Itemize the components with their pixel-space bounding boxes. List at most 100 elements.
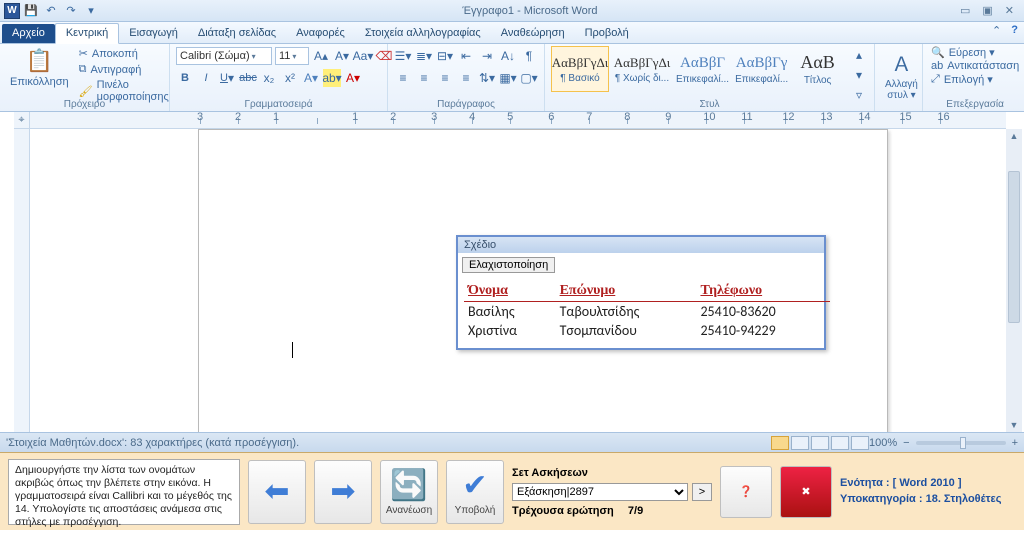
highlight-icon[interactable]: ab▾ bbox=[323, 69, 341, 87]
font-color-icon[interactable]: A▾ bbox=[344, 69, 362, 87]
minimize-button[interactable]: Ελαχιστοποίηση bbox=[462, 257, 555, 273]
help-button[interactable]: ❓ bbox=[720, 466, 772, 518]
zoom-value: 100% bbox=[869, 437, 897, 449]
qat-dropdown-icon[interactable]: ▾ bbox=[82, 2, 100, 20]
copy-icon: ⧉ bbox=[79, 63, 87, 76]
replace-button[interactable]: abΑντικατάσταση bbox=[929, 60, 1021, 72]
group-label-font: Γραμματοσειρά bbox=[170, 99, 387, 110]
show-marks-icon[interactable]: ¶ bbox=[520, 47, 538, 65]
check-icon: ✔ bbox=[462, 468, 487, 503]
style-nospacing[interactable]: ΑαΒβΓγΔι¶ Χωρίς δι... bbox=[613, 46, 671, 92]
refresh-button[interactable]: 🔄Ανανέωση bbox=[380, 460, 438, 524]
redo-icon[interactable]: ↷ bbox=[62, 2, 80, 20]
submit-button[interactable]: ✔Υποβολή bbox=[446, 460, 504, 524]
horizontal-ruler[interactable]: 321 12 345 678 91011 121314 1516 bbox=[30, 112, 1006, 129]
view-outline-icon[interactable] bbox=[831, 436, 849, 450]
scroll-thumb[interactable] bbox=[1008, 171, 1020, 323]
bold-icon[interactable]: B bbox=[176, 69, 194, 87]
borders-icon[interactable]: ▢▾ bbox=[520, 69, 538, 87]
tab-home[interactable]: Κεντρική bbox=[55, 23, 119, 44]
ribbon-collapse-icon[interactable]: ⌃ bbox=[992, 24, 1001, 37]
grow-font-icon[interactable]: A▴ bbox=[312, 47, 330, 65]
arrow-left-icon: ⬅ bbox=[264, 474, 289, 509]
help-icon[interactable]: ? bbox=[1011, 24, 1018, 37]
superscript-icon[interactable]: x² bbox=[281, 69, 299, 87]
ribbon: 📋 Επικόλληση ✂Αποκοπή ⧉Αντιγραφή 🖌Πινέλο… bbox=[0, 44, 1024, 112]
design-panel: Σχέδιο Ελαχιστοποίηση Όνομα Επώνυμο Τηλέ… bbox=[456, 235, 826, 350]
tab-mailings[interactable]: Στοιχεία αλληλογραφίας bbox=[355, 24, 491, 43]
outdent-icon[interactable]: ⇤ bbox=[457, 47, 475, 65]
subscript-icon[interactable]: x₂ bbox=[260, 69, 278, 87]
tab-view[interactable]: Προβολή bbox=[575, 24, 639, 43]
styles-scroll-up-icon[interactable]: ▴ bbox=[850, 46, 868, 64]
change-case-icon[interactable]: Aa▾ bbox=[354, 47, 372, 65]
sort-icon[interactable]: A↓ bbox=[499, 47, 517, 65]
save-icon[interactable]: 💾 bbox=[22, 2, 40, 20]
font-name-select[interactable]: Calibri (Σώμα)▾ bbox=[176, 47, 272, 65]
tab-review[interactable]: Αναθεώρηση bbox=[491, 24, 575, 43]
shrink-font-icon[interactable]: A▾ bbox=[333, 47, 351, 65]
exit-button[interactable]: ✖ bbox=[780, 466, 832, 518]
style-heading2[interactable]: ΑαΒβΓγΕπικεφαλί... bbox=[734, 46, 789, 92]
tab-layout[interactable]: Διάταξη σελίδας bbox=[188, 24, 286, 43]
ruler-corner[interactable]: ⌖ bbox=[14, 112, 30, 129]
vertical-scrollbar[interactable]: ▲ ▼ bbox=[1006, 129, 1022, 432]
exercise-meta: Ενότητα : [ Word 2010 ] Υποκατηγορία : 1… bbox=[840, 476, 1001, 507]
group-label-clipboard: Πρόχειρο bbox=[0, 99, 169, 110]
find-icon: 🔍 bbox=[931, 46, 945, 59]
styles-scroll-down-icon[interactable]: ▾ bbox=[850, 66, 868, 84]
line-spacing-icon[interactable]: ⇅▾ bbox=[478, 69, 496, 87]
style-heading1[interactable]: ΑαΒβΓΕπικεφαλί... bbox=[675, 46, 730, 92]
italic-icon[interactable]: I bbox=[197, 69, 215, 87]
group-label-styles: Στυλ bbox=[545, 99, 874, 110]
find-button[interactable]: 🔍Εύρεση ▾ bbox=[929, 46, 1021, 59]
align-left-icon[interactable]: ≡ bbox=[394, 69, 412, 87]
justify-icon[interactable]: ≡ bbox=[457, 69, 475, 87]
next-button[interactable]: ➡ bbox=[314, 460, 372, 524]
select-button[interactable]: ⤢Επιλογή ▾ bbox=[929, 73, 1021, 86]
bullets-icon[interactable]: ☰▾ bbox=[394, 47, 412, 65]
select-icon: ⤢ bbox=[931, 73, 940, 86]
numbering-icon[interactable]: ≣▾ bbox=[415, 47, 433, 65]
view-print-layout-icon[interactable] bbox=[771, 436, 789, 450]
group-label-editing: Επεξεργασία bbox=[923, 99, 1024, 110]
font-size-select[interactable]: 11▾ bbox=[275, 47, 309, 65]
tab-insert[interactable]: Εισαγωγή bbox=[119, 24, 188, 43]
brush-icon: 🖌 bbox=[79, 85, 93, 98]
tab-file[interactable]: Αρχείο bbox=[2, 24, 55, 43]
style-title[interactable]: ΑαΒΤίτλος bbox=[793, 46, 842, 92]
strike-icon[interactable]: abc bbox=[239, 69, 257, 87]
view-full-screen-icon[interactable] bbox=[791, 436, 809, 450]
view-draft-icon[interactable] bbox=[851, 436, 869, 450]
underline-icon[interactable]: U▾ bbox=[218, 69, 236, 87]
question-icon: ❓ bbox=[739, 485, 753, 498]
change-styles-button[interactable]: Ａ Αλλαγή στυλ ▾ bbox=[881, 46, 922, 103]
text-effects-icon[interactable]: A▾ bbox=[302, 69, 320, 87]
shading-icon[interactable]: ▦▾ bbox=[499, 69, 517, 87]
paste-button[interactable]: 📋 Επικόλληση bbox=[6, 46, 73, 90]
copy-button[interactable]: ⧉Αντιγραφή bbox=[77, 62, 171, 77]
minimize-icon[interactable]: ▭ bbox=[960, 4, 970, 17]
multilevel-icon[interactable]: ⊟▾ bbox=[436, 47, 454, 65]
align-right-icon[interactable]: ≡ bbox=[436, 69, 454, 87]
tab-references[interactable]: Αναφορές bbox=[286, 24, 355, 43]
prev-button[interactable]: ⬅ bbox=[248, 460, 306, 524]
close-icon[interactable]: ✕ bbox=[1005, 4, 1014, 17]
scroll-up-icon[interactable]: ▲ bbox=[1006, 129, 1022, 143]
scroll-down-icon[interactable]: ▼ bbox=[1006, 418, 1022, 432]
undo-icon[interactable]: ↶ bbox=[42, 2, 60, 20]
align-center-icon[interactable]: ≡ bbox=[415, 69, 433, 87]
indent-icon[interactable]: ⇥ bbox=[478, 47, 496, 65]
cut-button[interactable]: ✂Αποκοπή bbox=[77, 46, 171, 61]
design-panel-title[interactable]: Σχέδιο bbox=[458, 237, 824, 253]
close-x-icon: ✖ bbox=[801, 485, 810, 498]
zoom-out-icon[interactable]: − bbox=[903, 437, 909, 449]
zoom-in-icon[interactable]: + bbox=[1012, 437, 1018, 449]
view-web-icon[interactable] bbox=[811, 436, 829, 450]
zoom-slider[interactable] bbox=[916, 441, 1006, 445]
vertical-ruler[interactable] bbox=[14, 129, 30, 432]
maximize-icon[interactable]: ▣ bbox=[982, 4, 992, 17]
style-normal[interactable]: ΑαΒβΓγΔι¶ Βασικό bbox=[551, 46, 609, 92]
go-button[interactable]: > bbox=[692, 483, 712, 501]
exercise-set-select[interactable]: Εξάσκηση|2897 bbox=[512, 483, 688, 501]
